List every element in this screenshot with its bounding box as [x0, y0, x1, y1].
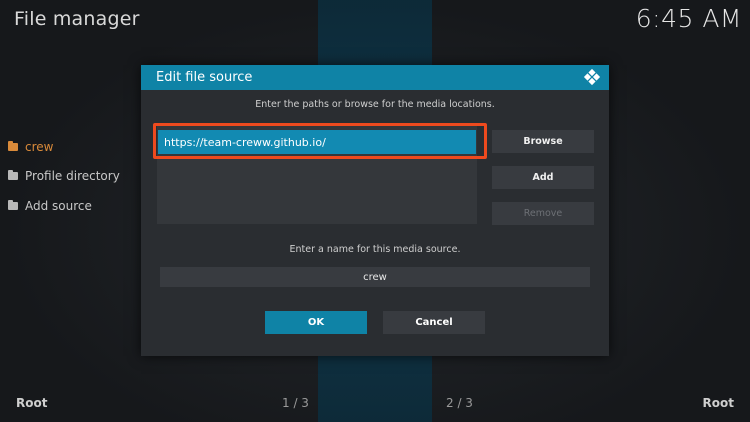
source-item-label: crew [25, 139, 54, 154]
source-item-label: Profile directory [25, 169, 120, 184]
footer-root-right: Root [702, 396, 734, 410]
dialog-instruction: Enter the paths or browse for the media … [255, 99, 495, 110]
footer-page-left: 1 / 3 [282, 396, 309, 410]
source-item-add-source[interactable]: Add source [8, 191, 120, 221]
edit-file-source-dialog: Edit file source Enter the paths or brow… [141, 65, 609, 356]
source-name-input[interactable]: crew [160, 267, 590, 287]
kodi-logo-icon [583, 68, 601, 86]
source-item-label: Add source [25, 198, 92, 213]
source-item-crew[interactable]: crew [8, 132, 120, 162]
add-button[interactable]: Add [492, 166, 594, 189]
remove-button[interactable]: Remove [492, 202, 594, 225]
ok-button[interactable]: OK [265, 311, 367, 334]
source-list: crew Profile directory Add source [8, 132, 120, 221]
cancel-button[interactable]: Cancel [383, 311, 485, 334]
highlight-annotation [153, 123, 487, 159]
source-name-label: Enter a name for this media source. [289, 244, 461, 255]
browse-button[interactable]: Browse [492, 130, 594, 153]
footer: Root 1 / 3 2 / 3 Root [0, 396, 750, 414]
dialog-header: Edit file source [141, 65, 609, 90]
folder-icon [8, 199, 18, 210]
footer-page-right: 2 / 3 [446, 396, 473, 410]
folder-icon [8, 170, 18, 181]
folder-icon [8, 140, 18, 151]
footer-root-left: Root [16, 396, 48, 410]
app-title: File manager [14, 8, 140, 30]
source-item-profile-directory[interactable]: Profile directory [8, 162, 120, 192]
clock: 6:45 AM [635, 4, 742, 33]
dialog-title: Edit file source [156, 70, 253, 85]
